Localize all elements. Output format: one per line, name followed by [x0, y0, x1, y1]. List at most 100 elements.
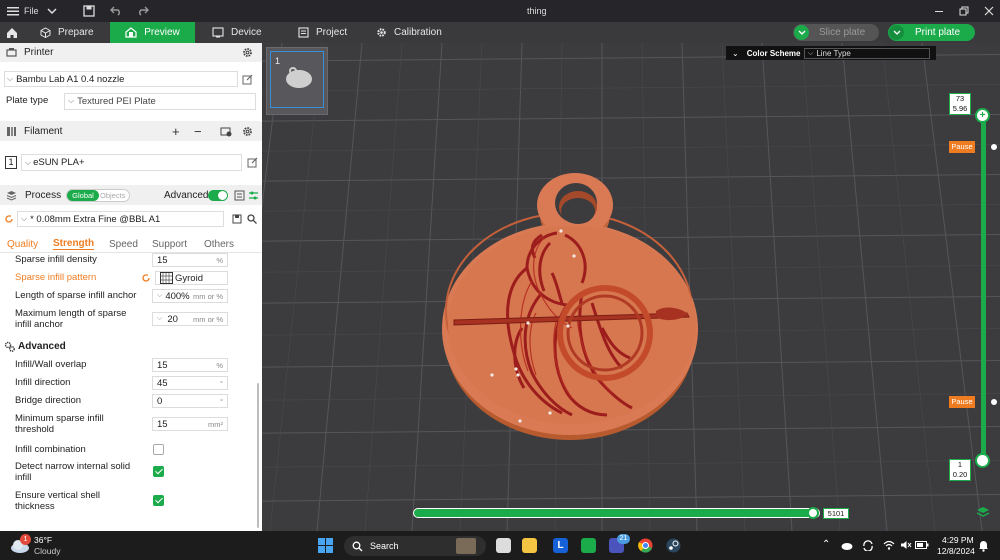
edit-icon[interactable]	[242, 74, 253, 85]
chevrons-down-icon[interactable]: ⌄	[732, 49, 739, 58]
tab-quality[interactable]: Quality	[7, 239, 38, 250]
print-plate-button[interactable]: Print plate	[888, 24, 975, 41]
volume-muted-icon[interactable]	[900, 540, 912, 550]
color-scheme-select[interactable]: ⌵ Line Type	[804, 48, 930, 59]
global-objects-toggle[interactable]: Global Objects	[66, 188, 130, 202]
global-option[interactable]: Global	[67, 189, 99, 201]
minimize-icon[interactable]	[934, 0, 944, 22]
slice-plate-button[interactable]: Slice plate	[793, 24, 879, 41]
wall-overlap-input[interactable]: 15%	[152, 358, 228, 372]
length-anchor-input[interactable]: ⌵ 400% mm or %	[152, 289, 228, 303]
preview-viewport[interactable]: 1 ⌄ Color Scheme ⌵ Line Type + 73 5.96 1…	[262, 43, 1000, 531]
restore-icon[interactable]	[959, 0, 969, 22]
file-menu[interactable]: File	[7, 0, 39, 22]
chevron-down-icon	[794, 25, 809, 40]
move-slider[interactable]	[413, 508, 820, 518]
menu-icon	[7, 7, 19, 16]
layers-icon[interactable]	[976, 505, 990, 519]
reset-icon[interactable]	[141, 273, 151, 283]
plate-thumbnail[interactable]: 1	[266, 47, 328, 115]
windows-start-icon[interactable]	[318, 538, 333, 553]
process-section-header: Process Global Objects Advanced	[0, 185, 262, 205]
tab-others[interactable]: Others	[204, 239, 234, 250]
taskbar-search[interactable]: Search	[344, 536, 486, 556]
save-icon[interactable]	[83, 0, 95, 22]
edit-icon[interactable]	[247, 157, 258, 168]
weather-badge: 1	[20, 534, 31, 545]
bambu-studio-icon[interactable]	[581, 538, 596, 553]
bell-icon[interactable]	[978, 539, 989, 552]
pause-marker-lower[interactable]: Pause	[949, 396, 975, 408]
tab-strength[interactable]: Strength	[53, 238, 95, 250]
bridge-direction-input[interactable]: 0 °	[152, 394, 228, 408]
task-view-icon[interactable]	[496, 538, 511, 553]
plate-type-select[interactable]: ⌵ Textured PEI Plate	[64, 92, 256, 110]
home-icon[interactable]	[0, 22, 24, 43]
tab-support[interactable]: Support	[152, 239, 187, 250]
infill-combination-checkbox[interactable]	[153, 444, 164, 455]
chevron-down-icon[interactable]	[47, 0, 57, 22]
tab-speed[interactable]: Speed	[109, 239, 138, 250]
move-slider-handle[interactable]	[807, 507, 819, 519]
filament-icon	[7, 126, 16, 136]
reset-icon[interactable]	[4, 214, 14, 224]
gear-icon[interactable]	[242, 47, 253, 58]
input-value: 15	[157, 359, 168, 371]
search-icon[interactable]	[247, 214, 257, 224]
layer-slider-bottom-handle[interactable]	[975, 453, 990, 468]
wifi-icon[interactable]	[883, 540, 895, 550]
app-l-icon[interactable]: L	[553, 538, 568, 553]
weather-widget[interactable]: 1	[10, 534, 32, 554]
layer-slider-top-handle[interactable]: +	[975, 108, 990, 123]
save-icon[interactable]	[232, 214, 242, 224]
steam-icon[interactable]	[666, 538, 681, 553]
redo-icon[interactable]	[137, 0, 149, 22]
setting-label: Length of sparse infill anchor	[15, 290, 137, 301]
ensure-vertical-shell-checkbox[interactable]	[153, 495, 164, 506]
pause-marker-upper[interactable]: Pause	[949, 141, 975, 153]
undo-icon[interactable]	[110, 0, 122, 22]
add-filament-button[interactable]: +	[172, 124, 180, 139]
filament-select[interactable]: ⌵ eSUN PLA+	[21, 154, 242, 171]
remove-filament-button[interactable]: −	[194, 124, 202, 139]
setting-sparse-infill-density: Sparse infill density 15%	[0, 253, 262, 267]
onedrive-icon[interactable]	[841, 541, 853, 550]
sparse-infill-density-input[interactable]: 15%	[152, 253, 228, 267]
objects-option[interactable]: Objects	[100, 190, 125, 201]
advanced-toggle[interactable]	[208, 189, 228, 201]
tab-calibration[interactable]: Calibration	[376, 22, 442, 43]
setting-detect-narrow-infill: Detect narrow internal solid infill	[0, 461, 262, 483]
detect-narrow-infill-checkbox[interactable]	[153, 466, 164, 477]
infill-direction-input[interactable]: 45 °	[152, 376, 228, 390]
max-anchor-input[interactable]: ⌵ 20 mm or %	[152, 312, 228, 326]
setting-label-line2: infill anchor	[15, 319, 64, 330]
process-preset-select[interactable]: ⌵ * 0.08mm Extra Fine @BBL A1	[17, 211, 224, 227]
params-icon[interactable]	[248, 190, 259, 201]
chevron-up-icon[interactable]: ⌃	[822, 539, 830, 550]
layer-slider-track[interactable]	[981, 113, 986, 461]
setting-label-line2: infill	[15, 472, 32, 483]
sync-icon[interactable]	[862, 540, 874, 551]
layers-icon	[6, 190, 17, 201]
sparse-infill-pattern-select[interactable]: Gyroid	[155, 271, 228, 285]
file-explorer-icon[interactable]	[522, 538, 537, 553]
compare-icon[interactable]	[234, 190, 245, 201]
battery-icon[interactable]	[915, 541, 929, 549]
sync-icon[interactable]	[220, 126, 232, 137]
min-sparse-threshold-input[interactable]: 15 mm²	[152, 417, 228, 431]
title-bar: File thing	[0, 0, 1000, 22]
setting-ensure-vertical-shell: Ensure vertical shell thickness	[0, 490, 262, 512]
clock-time: 4:29 PM	[942, 535, 974, 545]
chrome-icon[interactable]	[638, 538, 653, 553]
close-icon[interactable]	[984, 0, 994, 22]
tab-project[interactable]: Project	[298, 22, 347, 43]
setting-label-line2: threshold	[15, 424, 55, 435]
tab-prepare[interactable]: Prepare	[40, 22, 94, 43]
teams-icon[interactable]: 21	[609, 534, 630, 553]
gear-icon[interactable]	[242, 126, 253, 137]
printer-select[interactable]: ⌵ Bambu Lab A1 0.4 nozzle	[4, 71, 238, 87]
tab-device[interactable]: Device	[212, 22, 262, 43]
tab-preview[interactable]: Preview	[110, 22, 195, 43]
input-unit: %	[216, 255, 223, 265]
bottom-layer-number: 1	[957, 460, 963, 469]
